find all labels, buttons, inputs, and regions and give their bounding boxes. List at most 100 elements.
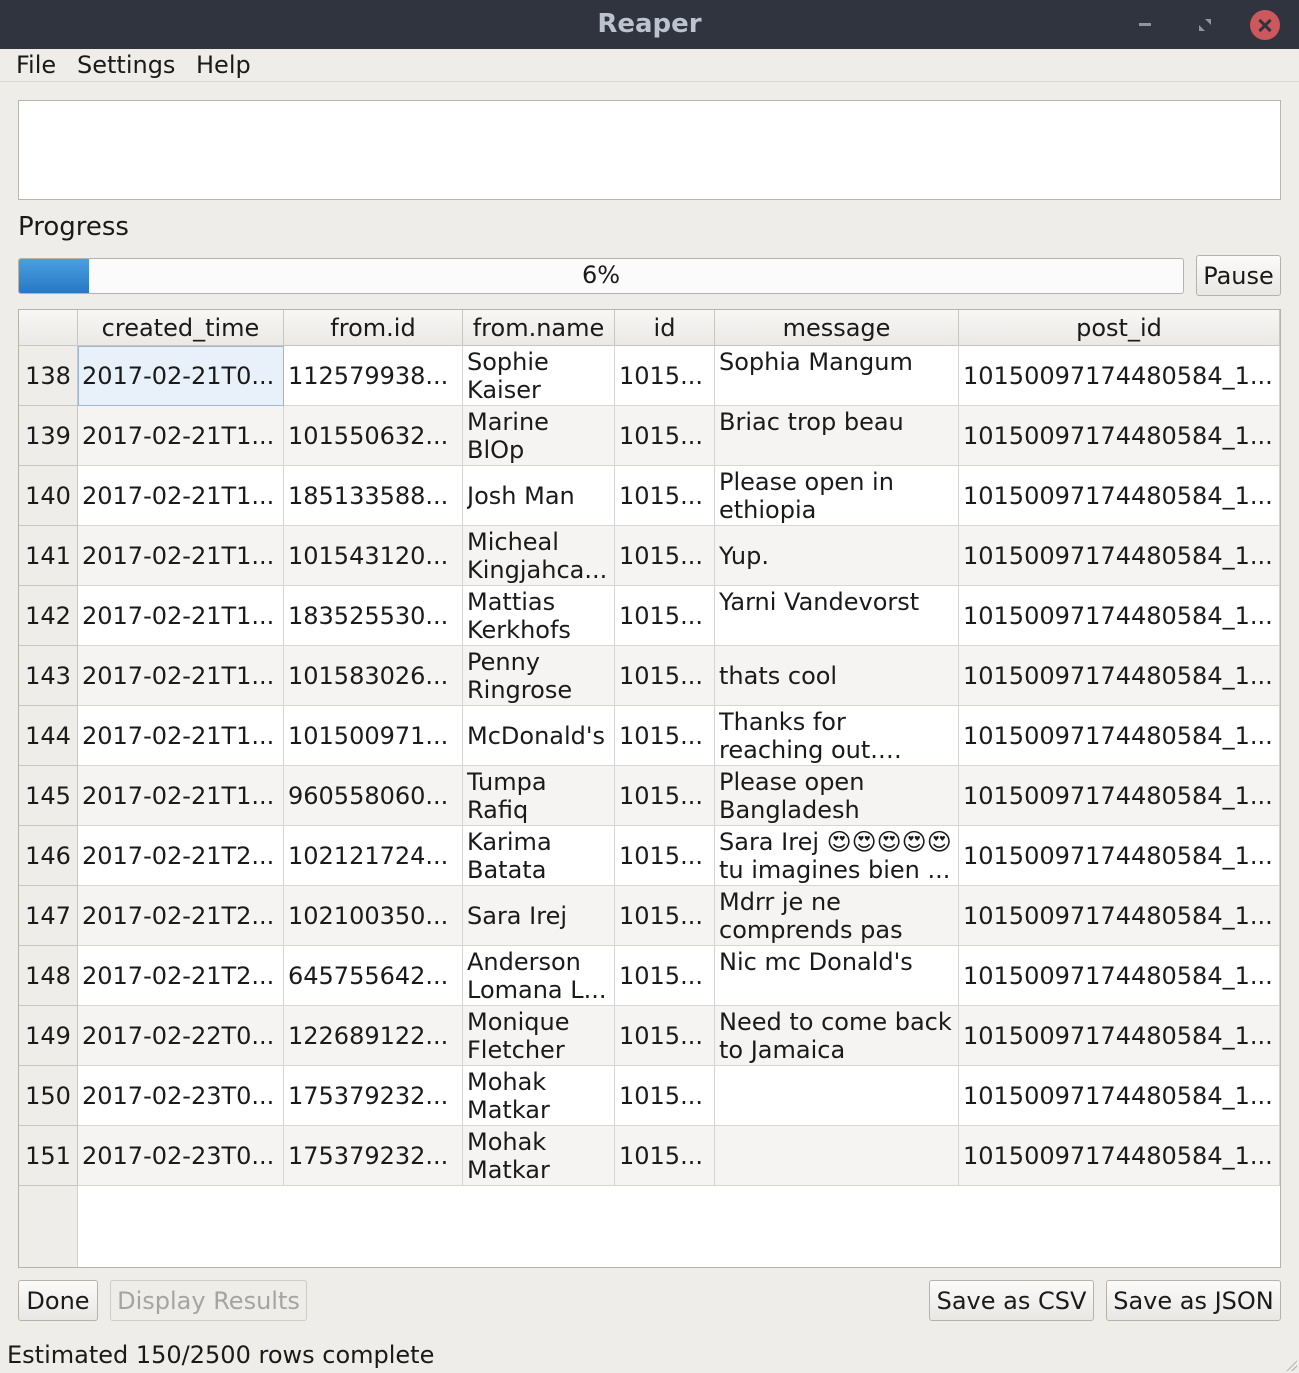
row-header[interactable]: 149 <box>19 1006 78 1066</box>
cell-post-id[interactable]: 10150097174480584_1... <box>959 646 1280 706</box>
row-header[interactable]: 139 <box>19 406 78 466</box>
menu-file[interactable]: File <box>16 51 56 79</box>
cell-message[interactable]: thats cool <box>715 646 959 706</box>
cell-from-name[interactable]: Micheal Kingjahca... <box>463 526 615 586</box>
cell-id[interactable]: 1015... <box>615 706 715 766</box>
cell-from-name[interactable]: Penny Ringrose <box>463 646 615 706</box>
column-header-from-id[interactable]: from.id <box>284 310 463 346</box>
table-row[interactable]: 143 2017-02-21T1... 101583026... Penny Ring… <box>19 646 1280 706</box>
cell-message[interactable]: Briac trop beau <box>715 406 959 466</box>
cell-message[interactable]: Thanks for reaching out. Whi... <box>715 706 959 766</box>
cell-id[interactable]: 1015... <box>615 886 715 946</box>
log-textbox[interactable] <box>18 100 1281 200</box>
cell-created-time[interactable]: 2017-02-21T1... <box>78 586 284 646</box>
cell-post-id[interactable]: 10150097174480584_1... <box>959 706 1280 766</box>
table-row[interactable]: 146 2017-02-21T2... 102121724... Karima Bat… <box>19 826 1280 886</box>
cell-id[interactable]: 1015... <box>615 1066 715 1126</box>
row-header[interactable]: 143 <box>19 646 78 706</box>
cell-from-id[interactable]: 183525530... <box>284 586 463 646</box>
display-results-button[interactable]: Display Results <box>110 1280 307 1321</box>
table-row[interactable]: 140 2017-02-21T1... 185133588... Josh Man 10… <box>19 466 1280 526</box>
cell-message[interactable]: Sophia Mangum <box>715 346 959 406</box>
close-icon[interactable] <box>1250 10 1280 40</box>
cell-message[interactable]: Nic mc Donald's <box>715 946 959 1006</box>
row-header[interactable]: 147 <box>19 886 78 946</box>
cell-message[interactable]: Please open Bangladesh <box>715 766 959 826</box>
table-row[interactable]: 150 2017-02-23T0... 175379232... Mohak Matk… <box>19 1066 1280 1126</box>
cell-created-time[interactable]: 2017-02-21T2... <box>78 826 284 886</box>
table-row[interactable]: 149 2017-02-22T0... 122689122... Monique Fl… <box>19 1006 1280 1066</box>
cell-message[interactable]: Sara Irej 😍😍😍😍😍 tu imagines bien ... <box>715 826 959 886</box>
cell-created-time[interactable]: 2017-02-21T1... <box>78 646 284 706</box>
row-header[interactable]: 151 <box>19 1126 78 1186</box>
cell-message[interactable]: Need to come back to Jamaica <box>715 1006 959 1066</box>
cell-created-time[interactable]: 2017-02-21T1... <box>78 466 284 526</box>
cell-from-name[interactable]: Monique Fletcher <box>463 1006 615 1066</box>
row-header[interactable]: 145 <box>19 766 78 826</box>
cell-post-id[interactable]: 10150097174480584_1... <box>959 766 1280 826</box>
cell-post-id[interactable]: 10150097174480584_1... <box>959 1126 1280 1186</box>
cell-post-id[interactable]: 10150097174480584_1... <box>959 1006 1280 1066</box>
cell-id[interactable]: 1015... <box>615 406 715 466</box>
cell-id[interactable]: 1015... <box>615 766 715 826</box>
cell-created-time[interactable]: 2017-02-22T0... <box>78 1006 284 1066</box>
column-header-id[interactable]: id <box>615 310 715 346</box>
cell-created-time[interactable]: 2017-02-21T1... <box>78 706 284 766</box>
cell-message[interactable]: Please open in ethiopia <box>715 466 959 526</box>
cell-from-id[interactable]: 102121724... <box>284 826 463 886</box>
cell-id[interactable]: 1015... <box>615 1126 715 1186</box>
row-header[interactable]: 148 <box>19 946 78 1006</box>
table-corner[interactable] <box>19 310 78 346</box>
save-csv-button[interactable]: Save as CSV <box>929 1280 1094 1321</box>
cell-created-time[interactable]: 2017-02-21T0... <box>78 346 284 406</box>
maximize-icon[interactable] <box>1190 10 1220 40</box>
cell-created-time[interactable]: 2017-02-21T2... <box>78 946 284 1006</box>
done-button[interactable]: Done <box>18 1280 98 1321</box>
cell-id[interactable]: 1015... <box>615 466 715 526</box>
cell-from-id[interactable]: 102100350... <box>284 886 463 946</box>
cell-from-name[interactable]: Karima Batata <box>463 826 615 886</box>
column-header-message[interactable]: message <box>715 310 959 346</box>
cell-id[interactable]: 1015... <box>615 346 715 406</box>
row-header[interactable]: 146 <box>19 826 78 886</box>
cell-from-name[interactable]: Mohak Matkar <box>463 1126 615 1186</box>
column-header-post-id[interactable]: post_id <box>959 310 1280 346</box>
table-row[interactable]: 138 2017-02-21T0... 112579938... Sophie Kai… <box>19 346 1280 406</box>
cell-from-name[interactable]: Sara Irej <box>463 886 615 946</box>
cell-created-time[interactable]: 2017-02-21T2... <box>78 886 284 946</box>
table-row[interactable]: 145 2017-02-21T1... 960558060... Tumpa Rafi… <box>19 766 1280 826</box>
cell-from-id[interactable]: 175379232... <box>284 1066 463 1126</box>
cell-post-id[interactable]: 10150097174480584_1... <box>959 886 1280 946</box>
save-json-button[interactable]: Save as JSON <box>1106 1280 1281 1321</box>
cell-from-id[interactable]: 101543120... <box>284 526 463 586</box>
pause-button[interactable]: Pause <box>1196 255 1281 296</box>
cell-from-id[interactable]: 101500971... <box>284 706 463 766</box>
column-header-from-name[interactable]: from.name <box>463 310 615 346</box>
cell-created-time[interactable]: 2017-02-21T1... <box>78 526 284 586</box>
table-row[interactable]: 144 2017-02-21T1... 101500971... McDonald's… <box>19 706 1280 766</box>
table-row[interactable]: 141 2017-02-21T1... 101543120... Micheal Ki… <box>19 526 1280 586</box>
cell-message[interactable]: Yarni Vandevorst <box>715 586 959 646</box>
row-header[interactable]: 142 <box>19 586 78 646</box>
cell-created-time[interactable]: 2017-02-21T1... <box>78 766 284 826</box>
cell-message[interactable] <box>715 1066 959 1126</box>
cell-from-name[interactable]: Mattias Kerkhofs <box>463 586 615 646</box>
cell-from-name[interactable]: Mohak Matkar <box>463 1066 615 1126</box>
cell-created-time[interactable]: 2017-02-23T0... <box>78 1126 284 1186</box>
cell-id[interactable]: 1015... <box>615 586 715 646</box>
column-header-created-time[interactable]: created_time <box>78 310 284 346</box>
cell-message[interactable] <box>715 1126 959 1186</box>
cell-from-id[interactable]: 645755642... <box>284 946 463 1006</box>
cell-from-name[interactable]: Marine BlOp <box>463 406 615 466</box>
minimize-icon[interactable] <box>1130 10 1160 40</box>
table-row[interactable]: 142 2017-02-21T1... 183525530... Mattias Ke… <box>19 586 1280 646</box>
cell-post-id[interactable]: 10150097174480584_1... <box>959 466 1280 526</box>
table-row[interactable]: 139 2017-02-21T1... 101550632... Marine BlO… <box>19 406 1280 466</box>
cell-post-id[interactable]: 10150097174480584_1... <box>959 946 1280 1006</box>
cell-post-id[interactable]: 10150097174480584_1... <box>959 406 1280 466</box>
cell-from-name[interactable]: Josh Man <box>463 466 615 526</box>
cell-from-name[interactable]: McDonald's <box>463 706 615 766</box>
table-row[interactable]: 148 2017-02-21T2... 645755642... Anderson L… <box>19 946 1280 1006</box>
menu-help[interactable]: Help <box>196 51 251 79</box>
cell-id[interactable]: 1015... <box>615 646 715 706</box>
